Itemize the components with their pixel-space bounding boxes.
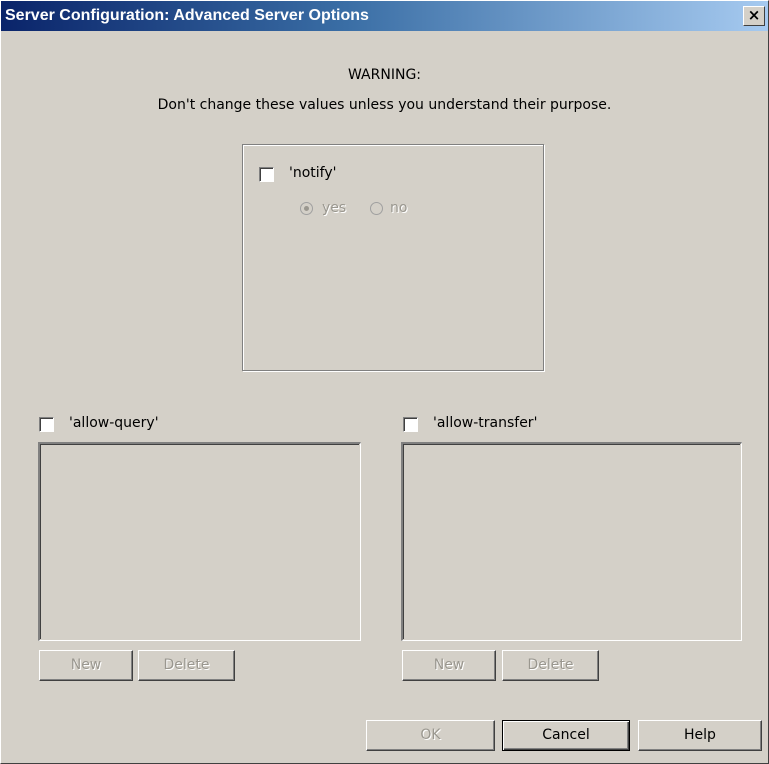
notify-yes-label[interactable]: yes — [322, 200, 346, 216]
help-button[interactable]: Help — [638, 720, 762, 751]
dialog-window: Server Configuration: Advanced Server Op… — [0, 0, 769, 764]
ok-button[interactable]: OK — [366, 720, 495, 751]
window-title: Server Configuration: Advanced Server Op… — [5, 7, 369, 24]
allow-query-delete-button[interactable]: Delete — [138, 650, 235, 681]
notify-no-label[interactable]: no — [390, 200, 407, 216]
allow-transfer-new-button[interactable]: New — [402, 650, 496, 681]
allow-transfer-label[interactable]: 'allow-transfer' — [433, 415, 537, 431]
allow-query-new-button[interactable]: New — [39, 650, 133, 681]
notify-label[interactable]: 'notify' — [289, 165, 336, 181]
warning-title: WARNING: — [347, 67, 422, 83]
allow-transfer-checkbox[interactable] — [403, 417, 418, 432]
allow-query-label[interactable]: 'allow-query' — [69, 415, 159, 431]
title-bar[interactable]: Server Configuration: Advanced Server Op… — [1, 1, 768, 31]
allow-query-list[interactable] — [38, 442, 361, 641]
allow-query-checkbox[interactable] — [39, 417, 54, 432]
notify-no-radio[interactable] — [370, 202, 383, 215]
allow-transfer-list[interactable] — [401, 442, 742, 641]
warning-text: Don't change these values unless you und… — [157, 97, 612, 113]
allow-transfer-delete-button[interactable]: Delete — [502, 650, 599, 681]
close-icon: × — [747, 6, 761, 24]
notify-checkbox[interactable] — [259, 167, 274, 182]
notify-yes-radio[interactable] — [300, 202, 313, 215]
notify-groupbox — [242, 144, 544, 371]
cancel-button[interactable]: Cancel — [502, 720, 630, 751]
close-button[interactable]: × — [743, 6, 765, 26]
